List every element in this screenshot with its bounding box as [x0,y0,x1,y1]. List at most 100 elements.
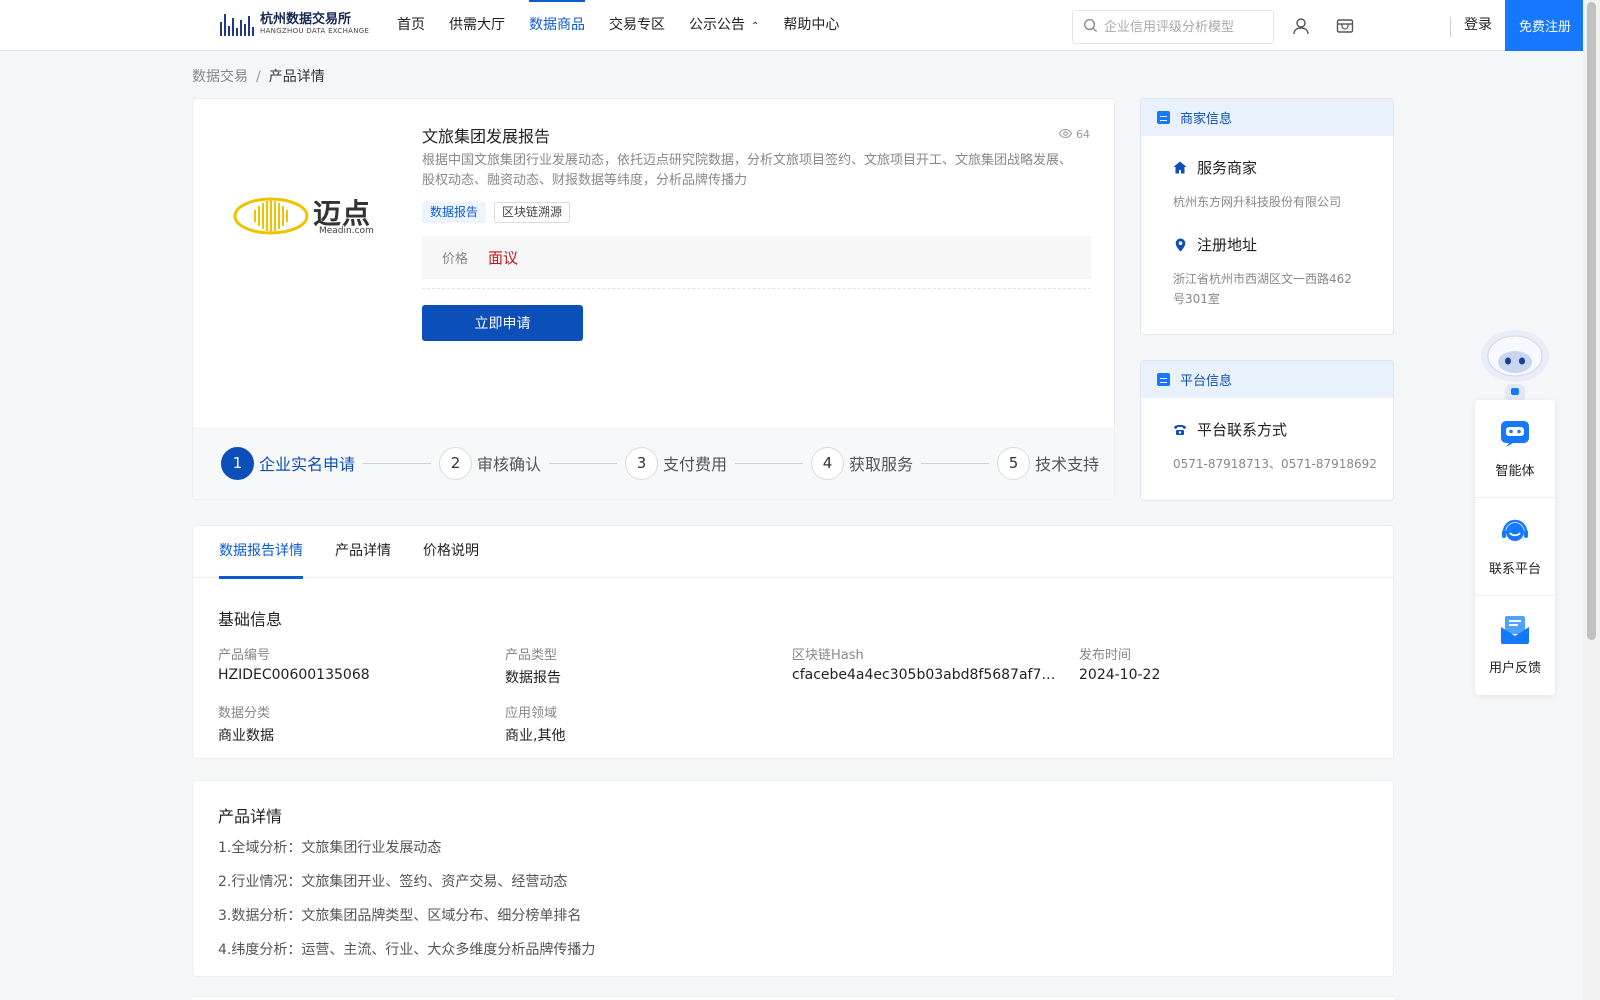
info-key: 区块链Hash [792,648,864,663]
mail-feedback-icon [1499,615,1531,649]
tag-blockchain-trace: 区块链溯源 [494,202,571,223]
info-value: cfacebe4a4ec305b03abd8f5687af798b97… [792,667,1064,683]
breadcrumb-current: 产品详情 [268,69,325,85]
step-number: 1 [221,446,254,480]
next-card-edge [192,996,1394,1000]
basic-info-title: 基础信息 [218,610,283,629]
search-box[interactable] [1072,10,1274,44]
product-detail-list: 1.全域分析：文旅集团行业发展动态 2.行业情况：文旅集团开业、签约、资产交易、… [218,839,595,975]
product-detail-title: 产品详情 [218,807,283,826]
step-4: 4 获取服务 [811,446,914,480]
info-publish-date: 发布时间 2024-10-22 [1079,644,1366,687]
floating-service-panel: 智能体 联系平台 用户反馈 [1475,400,1555,695]
nav-announcements[interactable]: 公示公告 ⌃ [689,0,759,50]
scrollbar-thumb[interactable] [1587,2,1596,640]
login-link[interactable]: 登录 [1464,0,1492,50]
search-input[interactable] [1104,19,1264,35]
list-item: 4.纬度分析：运营、主流、行业、大众多维度分析品牌传播力 [218,942,596,958]
step-number: 2 [439,446,473,480]
step-5: 5 技术支持 [997,446,1100,480]
platform-contact-value: 0571-87918713、0571-87918692 [1173,457,1377,471]
tag-data-report: 数据报告 [422,202,487,223]
step-2: 2 审核确认 [439,446,542,480]
info-value: HZIDEC00600135068 [218,667,370,683]
register-button[interactable]: 免费注册 [1505,0,1585,51]
top-navigation-bar: 杭州数据交易所 HANGZHOU DATA EXCHANGE 首页 供需大厅 数… [0,0,1585,51]
user-feedback-label: 用户反馈 [1488,660,1541,676]
info-card-icon [1157,373,1170,386]
breadcrumb-parent[interactable]: 数据交易 [192,69,248,85]
service-merchant-value: 杭州东方网升科技股份有限公司 [1173,195,1342,209]
step-number: 5 [997,446,1031,480]
step-3: 3 支付费用 [625,446,728,480]
info-value: 2024-10-22 [1079,667,1161,683]
product-detail-card: 数据报告详情 产品详情 价格说明 基础信息 产品编号 HZIDEC00600135… [192,525,1394,759]
apply-now-button[interactable]: 立即申请 [422,305,583,341]
info-key: 产品类型 [505,648,558,663]
ai-agent-button[interactable]: 智能体 [1475,400,1555,498]
product-tags: 数据报告 区块链溯源 [422,202,571,223]
tab-data-report-detail[interactable]: 数据报告详情 [219,526,303,579]
step-label: 技术支持 [1035,455,1100,474]
nav-home[interactable]: 首页 [397,0,425,50]
nav-help-center[interactable]: 帮助中心 [783,0,839,50]
dashed-divider [422,288,1091,289]
merchant-info-title: 商家信息 [1180,112,1233,127]
info-key: 应用领域 [505,706,558,721]
chevron-up-icon: ⌃ [751,21,760,32]
header-divider [1450,17,1451,37]
logo-subtitle: HANGZHOU DATA EXCHANGE [260,26,370,35]
site-logo[interactable]: 杭州数据交易所 HANGZHOU DATA EXCHANGE [220,12,369,36]
detail-tabs: 数据报告详情 产品详情 价格说明 [193,526,1393,579]
page-scrollbar[interactable] [1583,0,1600,1000]
user-icon[interactable] [1290,15,1312,37]
user-feedback-button[interactable]: 用户反馈 [1475,596,1555,694]
step-connector [735,462,804,464]
step-number: 4 [811,446,845,480]
info-key: 数据分类 [218,706,271,721]
search-icon [1083,18,1098,37]
application-steps: 1 企业实名申请 2 审核确认 3 支付费用 4 获取服务 5 技术支持 [193,427,1114,499]
ai-agent-label: 智能体 [1495,464,1535,479]
contact-platform-button[interactable]: 联系平台 [1475,498,1555,596]
platform-info-card: 平台信息 平台联系方式 0571-87918713、0571-87918692 [1140,360,1394,501]
price-label: 价格 [442,252,469,267]
info-value: 商业数据 [218,728,274,744]
main-nav: 首页 供需大厅 数据商品 交易专区 公示公告 ⌃ 帮助中心 [397,0,863,50]
contact-platform-label: 联系平台 [1488,562,1541,577]
step-connector [549,462,618,464]
logo-title: 杭州数据交易所 [260,11,352,27]
logo-mark-icon [220,12,254,36]
list-item: 3.数据分析：文旅集团品牌类型、区域分布、细分榜单排名 [218,908,582,924]
view-count: 64 [1058,128,1090,141]
nav-supply-demand[interactable]: 供需大厅 [449,0,505,50]
step-label: 审核确认 [477,455,542,474]
product-logo: 迈点 Meadin.com [233,194,383,244]
phone-icon [1173,423,1187,437]
service-merchant-label: 服务商家 [1197,159,1258,177]
info-data-category: 数据分类 商业数据 [218,702,505,745]
info-key: 产品编号 [218,648,271,663]
info-blockchain-hash: 区块链Hash cfacebe4a4ec305b03abd8f5687af798b… [792,644,1079,687]
step-label: 企业实名申请 [259,455,356,474]
registered-address-value: 浙江省杭州市西湖区文一西路462号301室 [1173,272,1352,306]
nav-data-products[interactable]: 数据商品 [529,0,585,50]
product-summary-card: 迈点 Meadin.com 文旅集团发展报告 64 根据中国文旅集团行业发展动态… [192,98,1115,500]
assistant-robot-mascot[interactable] [1475,326,1555,402]
home-icon [1173,161,1187,175]
location-pin-icon [1173,238,1187,252]
shop-icon[interactable] [1334,15,1356,37]
step-label: 支付费用 [663,455,728,474]
nav-trading-zone[interactable]: 交易专区 [609,0,665,50]
step-label: 获取服务 [849,455,914,474]
list-item: 1.全域分析：文旅集团行业发展动态 [218,840,442,856]
registered-address-label: 注册地址 [1197,236,1258,254]
info-key: 发布时间 [1079,648,1132,663]
product-logo-en: Meadin.com [319,226,374,236]
eye-icon [1058,128,1073,141]
tab-price-explanation[interactable]: 价格说明 [423,526,479,578]
tab-product-detail[interactable]: 产品详情 [335,526,391,578]
info-card-icon [1157,111,1170,124]
platform-contact-label: 平台联系方式 [1197,421,1288,439]
product-title: 文旅集团发展报告 [422,127,551,146]
